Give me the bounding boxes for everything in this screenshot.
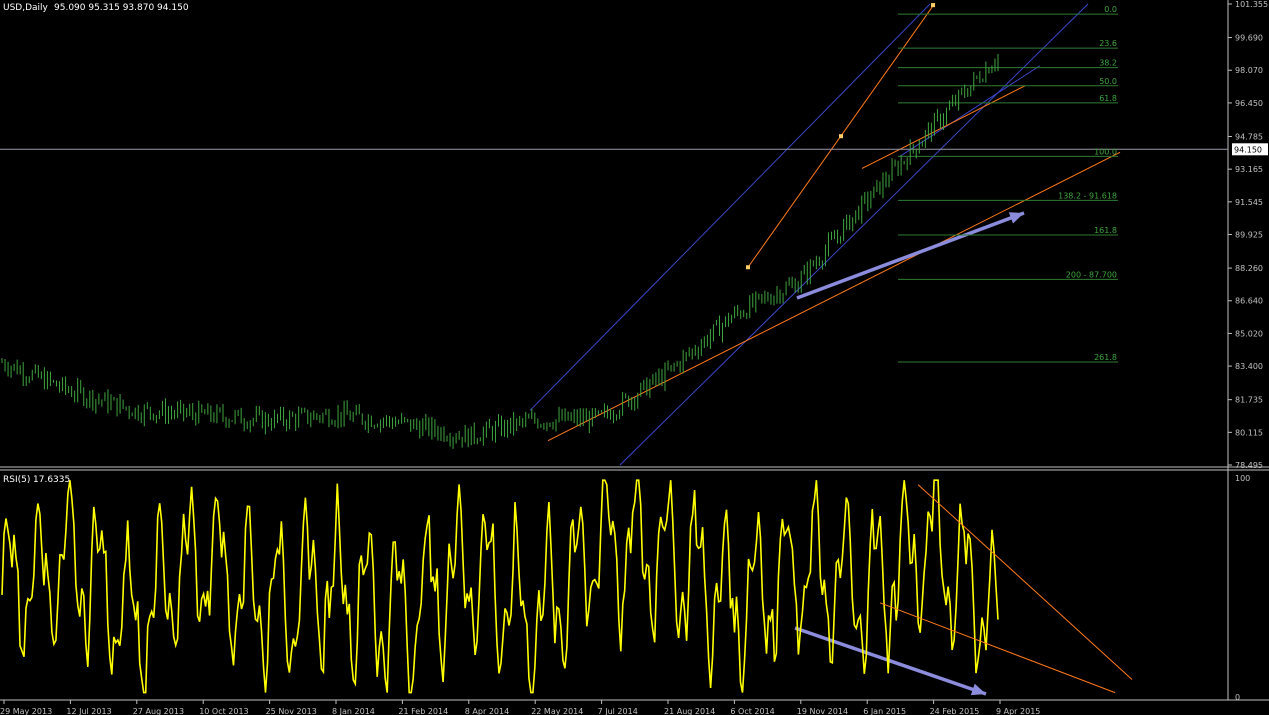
price-tick-label: 80.115 [1235,428,1263,437]
ohlc-readout: 95.090 95.315 93.870 94.150 [54,3,189,13]
time-tick-label: 27 Aug 2013 [133,707,184,715]
anchor-point [746,265,750,270]
main-title: USD,Daily [3,3,49,13]
time-tick-label: 25 Nov 2013 [266,707,317,715]
rsi-value-readout: 17.6335 [33,475,70,485]
time-tick-label: 24 Feb 2015 [930,707,980,715]
time-tick-label: 19 Nov 2014 [797,707,848,715]
time-tick-label: 6 Jan 2015 [863,707,906,715]
price-tick-label: 99.690 [1235,34,1263,43]
time-tick-label: 9 Apr 2015 [996,707,1040,715]
fib-level-label: 61.8 [1099,94,1117,103]
fib-level-label: 50.0 [1099,77,1117,86]
price-tick-label: 94.785 [1235,132,1263,141]
fib-level-label: 261.8 [1094,353,1117,362]
fib-level-label: 161.8 [1094,226,1117,235]
time-tick-label: 10 Oct 2013 [199,707,248,715]
time-tick-label: 22 May 2014 [531,707,583,715]
fib-level-label: 100.0 [1094,147,1117,156]
price-tick-label: 88.260 [1235,264,1263,273]
price-tick-label: 93.165 [1235,165,1263,174]
last-price-tag-label: 94.150 [1234,145,1262,154]
rsi-title: RSI(5) [3,475,30,485]
chart-background [0,0,1269,715]
fib-level-label: 138.2 - 91.618 [1058,191,1117,200]
fib-level-label: 23.6 [1099,39,1117,48]
fib-level-label: 0.0 [1104,5,1117,14]
rsi-tick-label: 100 [1235,474,1250,483]
price-tick-label: 98.070 [1235,66,1263,75]
price-chart-window[interactable]: 0.0 23.6 38.2 50.0 61.8 100.0 138.2 - 91.618 16… [0,0,1269,715]
time-tick-label: 12 Jul 2013 [66,707,111,715]
time-tick-label: 29 May 2013 [0,707,52,715]
time-tick-label: 21 Feb 2014 [398,707,448,715]
price-tick-label: 83.400 [1235,362,1263,371]
fib-level-label: 200 - 87.700 [1066,270,1117,279]
price-tick-label: 101.355 [1235,0,1268,9]
price-tick-label: 78.495 [1235,461,1263,470]
rsi-tick-label: 0 [1235,693,1240,702]
anchor-point [839,134,843,139]
fib-level-label: 38.2 [1099,59,1117,68]
price-tick-label: 91.545 [1235,198,1263,207]
time-tick-label: 21 Aug 2014 [664,707,715,715]
time-tick-label: 6 Oct 2014 [730,707,774,715]
price-tick-label: 81.735 [1235,396,1263,405]
price-tick-label: 96.450 [1235,99,1263,108]
price-tick-label: 86.640 [1235,297,1263,306]
price-tick-label: 89.925 [1235,231,1263,240]
time-tick-label: 7 Jul 2014 [598,707,638,715]
time-tick-label: 8 Apr 2014 [465,707,509,715]
price-tick-label: 85.020 [1235,329,1263,338]
time-tick-label: 8 Jan 2014 [332,707,375,715]
anchor-point [931,3,935,8]
